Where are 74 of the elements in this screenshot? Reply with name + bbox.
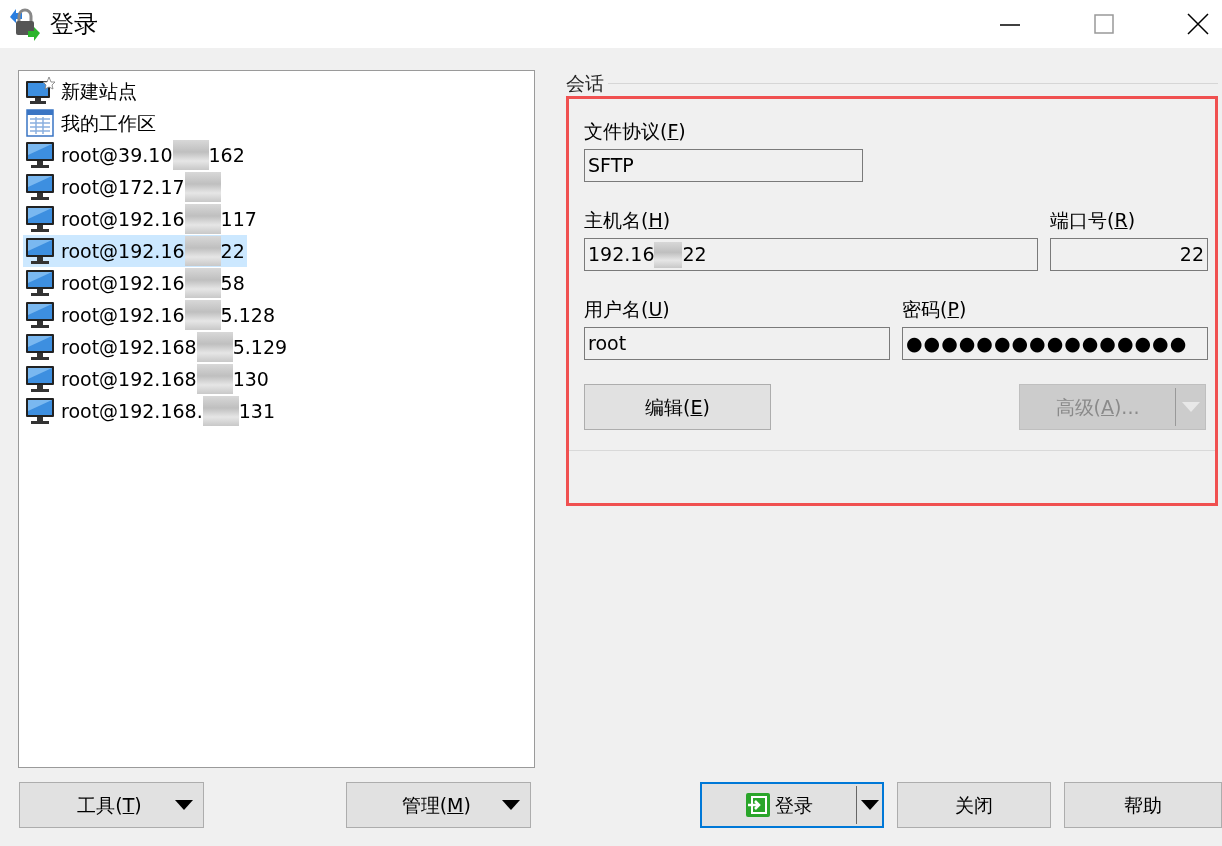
blurred-text [196, 364, 233, 394]
blurred-text [172, 140, 209, 170]
site-label: 131 [238, 398, 275, 424]
workspace-icon [25, 109, 55, 137]
dialog-button[interactable]: 登录 [699, 782, 884, 828]
monitor-icon [25, 205, 55, 233]
site-label: root@192.16 [61, 238, 185, 264]
site-item[interactable]: 我的工作区 [23, 107, 158, 139]
dialog-button[interactable]: 工具(T) [19, 782, 204, 828]
caret-icon [501, 800, 520, 810]
site-label: 162 [208, 142, 245, 168]
edit-button[interactable]: 编辑(E) [584, 384, 771, 430]
site-item[interactable]: root@172.17 [23, 171, 223, 203]
site-label: root@192.168. [61, 398, 203, 424]
monitor-icon [25, 141, 55, 169]
site-label: root@172.17 [61, 174, 185, 200]
site-label: root@192.168 [61, 366, 197, 392]
monitor-icon [25, 269, 55, 297]
port-field[interactable]: 22 [1050, 238, 1208, 271]
window-title: 登录 [50, 9, 98, 40]
lock-icon [8, 7, 42, 41]
field-label: 用户名(U) [584, 297, 671, 322]
username-field[interactable]: root [584, 327, 890, 360]
blurred-text [184, 268, 221, 298]
field-label: 密码(P) [902, 297, 968, 322]
site-label: root@192.16 [61, 302, 185, 328]
site-label: 我的工作区 [61, 110, 156, 136]
site-item[interactable]: root@192.168 130 [23, 363, 271, 395]
site-item[interactable]: root@192.16 58 [23, 267, 247, 299]
blurred-text [184, 204, 221, 234]
field-label: 主机名(H) [584, 208, 672, 233]
site-label: root@192.16 [61, 270, 185, 296]
field-label: 文件协议(F) [584, 119, 687, 144]
dialog-button[interactable]: 管理(M) [345, 782, 531, 828]
site-item[interactable]: root@192.16 5.128 [23, 299, 277, 331]
site-label: 117 [220, 206, 257, 232]
monitor-icon [25, 237, 55, 265]
blurred-text [202, 396, 239, 426]
field-label: 端口号(R) [1050, 208, 1137, 233]
site-label: 新建站点 [61, 78, 137, 104]
site-label: root@192.16 [61, 206, 185, 232]
monitor-icon [25, 301, 55, 329]
monitor-icon [25, 333, 55, 361]
blurred-text [196, 332, 233, 362]
caret-icon [1181, 402, 1200, 412]
caret-icon [174, 800, 193, 810]
site-label: 22 [220, 238, 245, 264]
site-label: 130 [232, 366, 269, 392]
monitor-icon [25, 173, 55, 201]
site-item[interactable]: root@192.168. 131 [23, 395, 277, 427]
blurred-text [184, 236, 221, 266]
new-site-icon [25, 77, 55, 105]
hostname-field[interactable]: 192.16 22 [584, 238, 1038, 271]
monitor-icon [25, 365, 55, 393]
password-field[interactable]: ●●●●●●●●●●●●●●●● [902, 327, 1208, 360]
dialog-button[interactable]: 关闭 [896, 782, 1051, 828]
site-label: 5.128 [220, 302, 275, 328]
site-item[interactable]: root@39.10 162 [23, 139, 247, 171]
site-label: root@192.168 [61, 334, 197, 360]
site-item[interactable]: root@192.16 22 [23, 235, 247, 267]
site-label: 58 [220, 270, 245, 296]
site-item[interactable]: root@192.16 117 [23, 203, 259, 235]
monitor-icon [25, 397, 55, 425]
site-label: root@39.10 [61, 142, 173, 168]
caret-icon [860, 800, 879, 810]
dialog-button[interactable]: 帮助 [1063, 782, 1222, 828]
blurred-text [184, 172, 221, 202]
blurred-text [184, 300, 221, 330]
site-item[interactable]: root@192.168 5.129 [23, 331, 290, 363]
group-title: 会话 [566, 70, 605, 96]
site-label: 5.129 [232, 334, 288, 360]
site-item[interactable]: 新建站点 [23, 75, 139, 107]
protocol-field[interactable]: SFTP [584, 149, 863, 182]
login-icon [744, 792, 771, 818]
